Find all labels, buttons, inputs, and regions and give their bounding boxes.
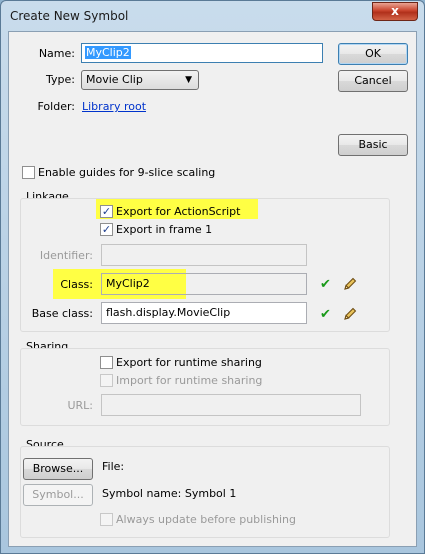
name-input-value: MyClip2 [85, 46, 131, 59]
base-class-input[interactable]: flash.display.MovieClip [101, 302, 307, 324]
import-runtime-label: Import for runtime sharing [116, 374, 263, 387]
export-frame-label: Export in frame 1 [116, 223, 213, 236]
type-label: Type: [46, 73, 75, 86]
close-icon: x [391, 4, 399, 18]
symbol-button[interactable]: Symbol... [23, 484, 93, 506]
export-runtime-label: Export for runtime sharing [116, 356, 262, 369]
always-update-label: Always update before publishing [116, 513, 296, 526]
check-icon[interactable]: ✔ [320, 278, 331, 292]
export-frame-checkbox[interactable]: ✓ [100, 223, 113, 236]
enable-guides-label: Enable guides for 9-slice scaling [38, 166, 216, 179]
title-bar[interactable]: Create New Symbol x [1, 1, 424, 31]
check-icon[interactable]: ✔ [320, 308, 331, 322]
url-input[interactable] [101, 394, 361, 416]
name-input[interactable]: MyClip2 [81, 43, 323, 63]
class-label: Class: [60, 278, 93, 291]
dialog-window: Create New Symbol x Name: MyClip2 OK Typ… [0, 0, 425, 554]
basic-button[interactable]: Basic [338, 134, 408, 156]
export-actionscript-label: Export for ActionScript [116, 205, 241, 218]
name-label: Name: [38, 47, 75, 60]
chevron-down-icon: ▼ [185, 75, 192, 85]
ok-button[interactable]: OK [338, 43, 408, 65]
type-select[interactable]: Movie Clip ▼ [81, 70, 199, 90]
pencil-icon[interactable] [342, 276, 358, 292]
import-runtime-checkbox[interactable] [100, 374, 113, 387]
base-class-label: Base class: [31, 307, 93, 320]
close-button[interactable]: x [372, 2, 418, 21]
class-input[interactable]: MyClip2 [101, 273, 307, 295]
folder-label: Folder: [37, 100, 75, 113]
always-update-checkbox[interactable] [100, 513, 113, 526]
cancel-button[interactable]: Cancel [338, 70, 408, 92]
export-runtime-checkbox[interactable] [100, 356, 113, 369]
type-select-value: Movie Clip [86, 73, 143, 86]
file-label: File: [102, 460, 125, 473]
symbol-name-text: Symbol name: Symbol 1 [102, 487, 237, 500]
folder-link[interactable]: Library root [82, 100, 146, 114]
identifier-label: Identifier: [39, 249, 93, 262]
window-title: Create New Symbol [10, 9, 129, 23]
identifier-input[interactable] [101, 244, 307, 266]
url-label: URL: [67, 399, 93, 412]
enable-guides-checkbox[interactable] [22, 166, 35, 179]
browse-button[interactable]: Browse... [23, 458, 93, 480]
export-actionscript-checkbox[interactable]: ✓ [100, 205, 113, 218]
dialog-body: Name: MyClip2 OK Type: Movie Clip ▼ Canc… [8, 31, 417, 547]
pencil-icon[interactable] [342, 306, 358, 322]
